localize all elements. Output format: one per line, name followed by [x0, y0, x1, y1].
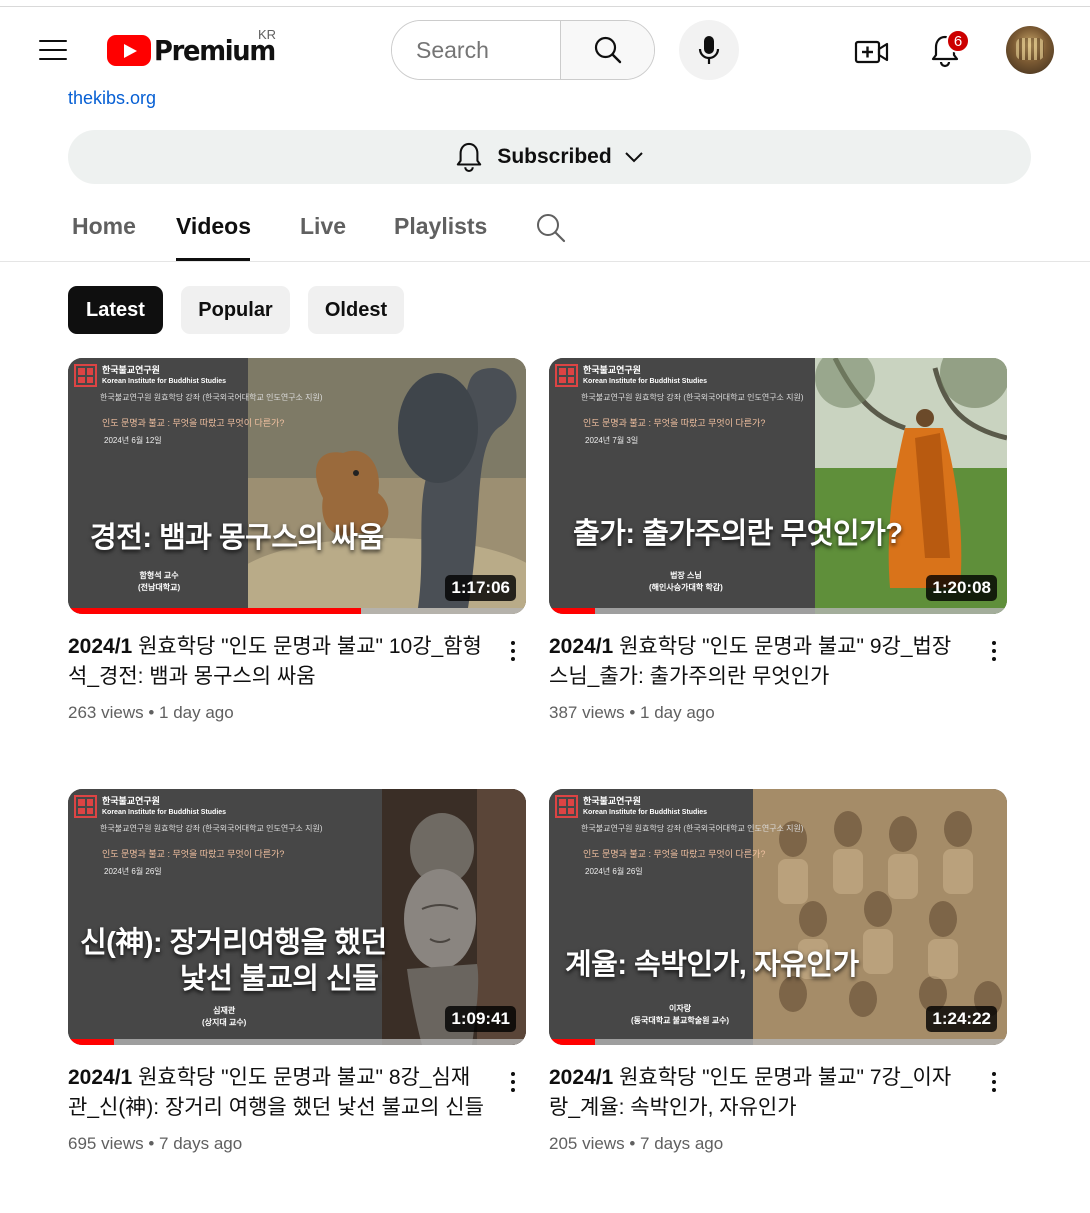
slide-presenter: 함형석 교수 (전남대학교)	[138, 571, 181, 592]
slide-title-line2: 낯선 불교의 신들	[180, 963, 379, 995]
video-title[interactable]: 2024/1 원효학당 "인도 문명과 불교" 7강_이자랑_계율: 속박인가,…	[549, 1063, 969, 1123]
slide-date: 2024년 6월 26일	[585, 867, 643, 876]
video-title[interactable]: 2024/1 원효학당 "인도 문명과 불교" 9강_법장스님_출가: 출가주의…	[549, 632, 969, 692]
more-actions-icon[interactable]	[979, 636, 1009, 666]
slide-org-name: 한국불교연구원 Korean Institute for Buddhist Stu…	[102, 365, 227, 385]
subscribed-button[interactable]: Subscribed	[68, 130, 1031, 184]
chip-oldest[interactable]: Oldest	[308, 286, 404, 334]
slide-org-name: 한국불교연구원 Korean Institute for Buddhist Stu…	[583, 796, 708, 816]
channel-website-link[interactable]: thekibs.org	[68, 88, 156, 109]
video-thumbnail[interactable]: 한국불교연구원 Korean Institute for Buddhist Stu…	[549, 789, 1007, 1045]
video-plus-icon	[854, 40, 889, 64]
logo-text: Premium	[154, 33, 276, 67]
slide-program: 한국불교연구원 원효학당 강좌 (한국외국어대학교 인도연구소 지원)	[581, 824, 804, 833]
video-duration: 1:09:41	[445, 1006, 516, 1032]
video-thumbnail[interactable]: 한국불교연구원 Korean Institute for Buddhist Stu…	[549, 358, 1007, 614]
subscribed-label: Subscribed	[497, 145, 612, 168]
video-meta: 695 views • 7 days ago	[68, 1134, 243, 1153]
video-card: 한국불교연구원 Korean Institute for Buddhist Stu…	[68, 358, 526, 722]
slide-date: 2024년 6월 26일	[104, 867, 162, 876]
video-duration: 1:24:22	[926, 1006, 997, 1032]
watch-progress-bar	[68, 1039, 526, 1045]
tab-playlists[interactable]: Playlists	[394, 213, 487, 240]
tab-live[interactable]: Live	[300, 213, 346, 240]
slide-title: 출가: 출가주의란 무엇인가?	[573, 518, 903, 550]
video-thumbnail[interactable]: 한국불교연구원 Korean Institute for Buddhist Stu…	[68, 789, 526, 1045]
chevron-down-icon	[624, 152, 643, 163]
slide-series: 인도 문명과 불교 : 무엇을 따랐고 무엇이 다른가?	[102, 849, 285, 859]
kibs-logo	[555, 364, 578, 387]
video-duration: 1:20:08	[926, 575, 997, 601]
slide-org-name: 한국불교연구원 Korean Institute for Buddhist Stu…	[583, 365, 708, 385]
microphone-icon	[698, 36, 720, 64]
slide-series: 인도 문명과 불교 : 무엇을 따랐고 무엇이 다른가?	[102, 418, 285, 428]
search-icon	[594, 36, 621, 64]
kibs-logo	[74, 795, 97, 818]
youtube-play-icon	[107, 34, 151, 66]
search-input[interactable]	[392, 21, 560, 79]
top-divider	[0, 6, 1090, 7]
more-actions-icon[interactable]	[979, 1067, 1009, 1097]
video-meta: 387 views • 1 day ago	[549, 703, 715, 722]
video-duration: 1:17:06	[445, 575, 516, 601]
slide-date: 2024년 6월 12일	[104, 436, 162, 445]
watch-progress-fill	[549, 608, 595, 614]
slide-series: 인도 문명과 불교 : 무엇을 따랐고 무엇이 다른가?	[583, 849, 766, 859]
video-title[interactable]: 2024/1 원효학당 "인도 문명과 불교" 10강_함형석_경전: 뱀과 몽…	[68, 632, 488, 692]
slide-program: 한국불교연구원 원효학당 강좌 (한국외국어대학교 인도연구소 지원)	[581, 393, 804, 402]
video-thumbnail[interactable]: 한국불교연구원 Korean Institute for Buddhist Stu…	[68, 358, 526, 614]
slide-program: 한국불교연구원 원효학당 강좌 (한국외국어대학교 인도연구소 지원)	[100, 393, 323, 402]
active-tab-indicator	[176, 258, 250, 261]
more-actions-icon[interactable]	[498, 1067, 528, 1097]
notification-count-badge: 6	[946, 29, 970, 53]
country-code: KR	[258, 27, 277, 42]
slide-presenter: 법장 스님 (해인사승가대학 학감)	[649, 571, 723, 592]
video-card: 한국불교연구원 Korean Institute for Buddhist Stu…	[549, 789, 1007, 1153]
channel-tabs: Home Videos Live Playlists	[0, 200, 1090, 262]
slide-presenter: 이자랑 (동국대학교 불교학술원 교수)	[631, 1004, 730, 1025]
watch-progress-bar	[68, 608, 526, 614]
voice-search-button[interactable]	[679, 20, 739, 80]
slide-org-name: 한국불교연구원 Korean Institute for Buddhist Stu…	[102, 796, 227, 816]
slide-program: 한국불교연구원 원효학당 강좌 (한국외국어대학교 인도연구소 지원)	[100, 824, 323, 833]
slide-title: 계율: 속박인가, 자유인가	[565, 949, 859, 981]
slide-title: 경전: 뱀과 몽구스의 싸움	[90, 522, 384, 554]
video-title[interactable]: 2024/1 원효학당 "인도 문명과 불교" 8강_심재관_신(神): 장거리…	[68, 1063, 488, 1123]
watch-progress-fill	[549, 1039, 595, 1045]
create-video-button[interactable]	[850, 30, 894, 74]
chip-latest[interactable]: Latest	[68, 286, 163, 334]
watch-progress-fill	[68, 1039, 114, 1045]
slide-series: 인도 문명과 불교 : 무엇을 따랐고 무엇이 다른가?	[583, 418, 766, 428]
hamburger-menu-button[interactable]	[30, 30, 76, 70]
watch-progress-fill	[68, 608, 362, 614]
account-avatar[interactable]	[1006, 26, 1054, 74]
more-actions-icon[interactable]	[498, 636, 528, 666]
watch-progress-bar	[549, 608, 1007, 614]
video-card: 한국불교연구원 Korean Institute for Buddhist Stu…	[549, 358, 1007, 722]
watch-progress-bar	[549, 1039, 1007, 1045]
search-button[interactable]	[560, 21, 654, 79]
kibs-logo	[74, 364, 97, 387]
chip-popular[interactable]: Popular	[181, 286, 290, 334]
search-bar	[391, 20, 655, 80]
tab-home[interactable]: Home	[72, 213, 136, 240]
bell-icon	[457, 142, 482, 173]
tab-videos[interactable]: Videos	[176, 213, 251, 240]
video-meta: 263 views • 1 day ago	[68, 703, 234, 722]
video-meta: 205 views • 7 days ago	[549, 1134, 724, 1153]
kibs-logo	[555, 795, 578, 818]
slide-date: 2024년 7월 3일	[585, 436, 639, 445]
video-card: 한국불교연구원 Korean Institute for Buddhist Stu…	[68, 789, 526, 1153]
slide-presenter: 심재관 (상지대 교수)	[202, 1006, 247, 1027]
channel-search-icon[interactable]	[535, 212, 567, 244]
